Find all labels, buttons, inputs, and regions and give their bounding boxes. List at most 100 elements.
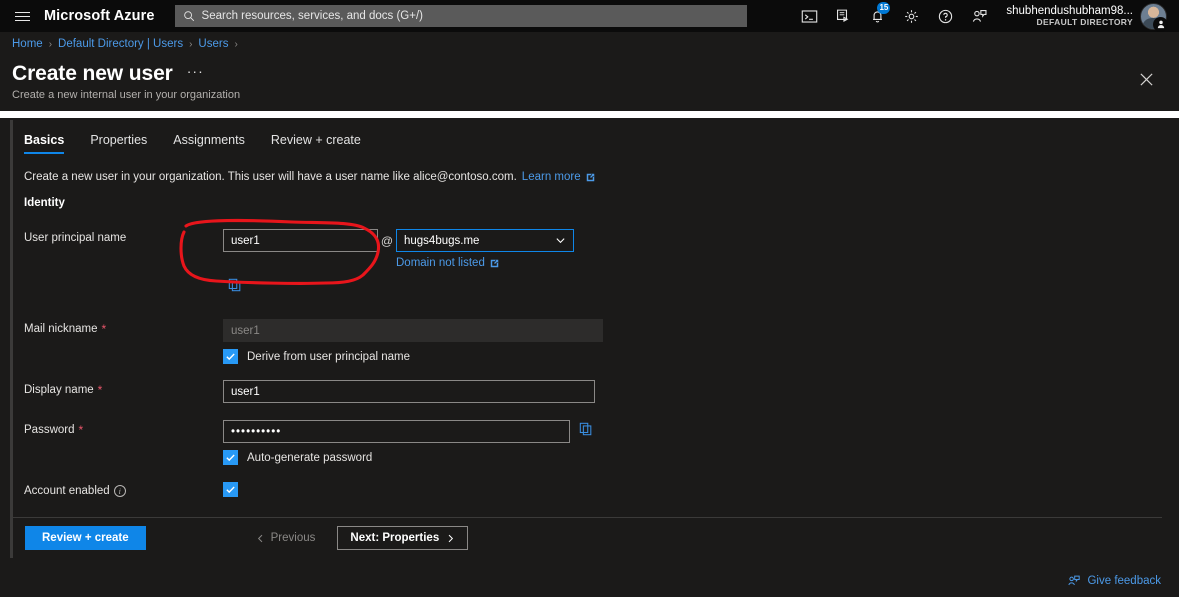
breadcrumb-separator: › <box>48 38 53 50</box>
auto-generate-password-label: Auto-generate password <box>247 451 373 464</box>
at-symbol: @ <box>380 233 394 248</box>
section-heading-identity: Identity <box>24 197 65 209</box>
external-link-icon <box>490 259 499 267</box>
domain-not-listed-link[interactable]: Domain not listed <box>396 257 1162 269</box>
label-password: Password * <box>24 420 223 437</box>
account-enabled-checkbox[interactable] <box>223 482 238 497</box>
derive-from-upn-row: Derive from user principal name <box>223 349 1162 364</box>
tab-review-create[interactable]: Review + create <box>271 133 361 154</box>
info-icon[interactable]: i <box>113 485 126 497</box>
azure-brand-logo[interactable]: Microsoft Azure <box>44 8 175 24</box>
give-feedback-label: Give feedback <box>1087 575 1161 587</box>
basics-form: User principal name @ hugs4bugs.me <box>24 229 1162 506</box>
account-directory: DEFAULT DIRECTORY <box>1036 16 1133 27</box>
create-user-blade: Basics Properties Assignments Review + c… <box>10 120 1162 558</box>
auto-generate-password-checkbox[interactable] <box>223 450 238 465</box>
field-row-user-principal-name: User principal name @ hugs4bugs.me <box>24 229 1162 297</box>
auto-generate-password-row: Auto-generate password <box>223 450 1162 465</box>
page-title: Create new user <box>12 62 173 85</box>
label-text: Password <box>24 424 75 436</box>
previous-label: Previous <box>270 532 316 544</box>
feedback-icon[interactable] <box>962 0 996 32</box>
next-label: Next: Properties <box>350 532 440 544</box>
avatar[interactable] <box>1140 2 1168 32</box>
hamburger-menu-icon[interactable] <box>0 0 44 32</box>
checkmark-icon <box>226 486 235 494</box>
domain-dropdown-value: hugs4bugs.me <box>404 234 480 247</box>
search-placeholder-text: Search resources, services, and docs (G+… <box>201 10 423 22</box>
header-divider <box>0 111 1179 118</box>
field-row-mail-nickname: Mail nickname * Derive from user princip… <box>24 319 1162 364</box>
label-mail-nickname: Mail nickname * <box>24 319 223 336</box>
blade-tabs: Basics Properties Assignments Review + c… <box>24 120 1162 154</box>
more-options-button[interactable]: ··· <box>185 63 206 79</box>
required-marker: * <box>101 322 107 336</box>
close-icon[interactable] <box>1135 68 1157 90</box>
label-text: Mail nickname <box>24 323 98 335</box>
page-title-row: Create new user ··· <box>12 62 1179 86</box>
tab-basics[interactable]: Basics <box>24 133 65 154</box>
blade-description: Create a new user in your organization. … <box>24 171 1162 183</box>
password-input[interactable] <box>223 420 570 443</box>
label-display-name: Display name * <box>24 380 223 397</box>
copy-icon[interactable] <box>228 278 242 297</box>
cloud-shell-icon[interactable] <box>792 0 826 32</box>
search-icon <box>183 11 194 22</box>
checkmark-icon <box>226 454 235 462</box>
give-feedback-link[interactable]: Give feedback <box>1067 574 1161 588</box>
derive-from-upn-checkbox[interactable] <box>223 349 238 364</box>
label-account-enabled: Account enabled i <box>24 482 223 497</box>
label-text: Account enabled <box>24 485 110 497</box>
breadcrumb-item-default-directory-users[interactable]: Default Directory | Users <box>58 38 183 50</box>
domain-not-listed-text: Domain not listed <box>396 257 485 269</box>
user-principal-name-input[interactable] <box>223 229 378 252</box>
chevron-right-icon <box>448 534 454 542</box>
directories-subscriptions-icon[interactable] <box>826 0 860 32</box>
top-nav-actions: 15 shubhendushubham98... DEFAULT DIRECTO… <box>792 0 1179 32</box>
breadcrumb-separator: › <box>234 38 238 50</box>
label-text: Display name <box>24 384 94 396</box>
review-create-button[interactable]: Review + create <box>25 526 146 550</box>
learn-more-link[interactable]: Learn more <box>522 171 581 183</box>
breadcrumb-item-home[interactable]: Home <box>12 38 43 50</box>
external-link-icon <box>586 173 594 181</box>
required-marker: * <box>97 383 103 397</box>
breadcrumb: Home › Default Directory | Users › Users… <box>0 32 1179 56</box>
top-navigation-bar: Microsoft Azure Search resources, servic… <box>0 0 1179 32</box>
domain-dropdown[interactable]: hugs4bugs.me <box>396 229 574 252</box>
account-menu[interactable]: shubhendushubham98... DEFAULT DIRECTORY <box>996 2 1173 32</box>
notification-count-badge: 15 <box>877 2 891 14</box>
avatar-status-badge <box>1153 16 1168 32</box>
required-marker: * <box>78 423 84 437</box>
wizard-navigation: Previous Next: Properties <box>242 526 469 550</box>
field-row-password: Password * •••••••••• Auto-generate pass… <box>24 420 1162 465</box>
chevron-down-icon <box>556 238 565 244</box>
help-question-icon[interactable] <box>928 0 962 32</box>
feedback-icon <box>1068 575 1081 586</box>
account-name: shubhendushubham98... <box>1006 4 1133 17</box>
blade-footer: Review + create Previous Next: Propertie… <box>13 517 1162 558</box>
chevron-left-icon <box>257 534 262 542</box>
tab-assignments[interactable]: Assignments <box>173 133 245 154</box>
copy-icon[interactable] <box>579 422 593 441</box>
page-header: Create new user ··· Create a new interna… <box>0 56 1179 111</box>
field-row-account-enabled: Account enabled i <box>24 482 1162 506</box>
previous-button: Previous <box>242 526 330 550</box>
blade-description-text: Create a new user in your organization. … <box>24 171 517 183</box>
field-row-display-name: Display name * <box>24 380 1162 404</box>
breadcrumb-separator: › <box>189 38 193 50</box>
page-subtitle: Create a new internal user in your organ… <box>12 89 241 101</box>
mail-nickname-input <box>223 319 603 342</box>
label-text: User principal name <box>24 232 127 244</box>
display-name-input[interactable] <box>223 380 595 403</box>
account-info: shubhendushubham98... DEFAULT DIRECTORY <box>1006 5 1133 28</box>
label-user-principal-name: User principal name <box>24 229 223 244</box>
breadcrumb-item-users[interactable]: Users <box>198 38 228 50</box>
tab-properties[interactable]: Properties <box>90 133 147 154</box>
derive-from-upn-label: Derive from user principal name <box>247 350 410 363</box>
checkmark-icon <box>226 353 235 361</box>
next-properties-button[interactable]: Next: Properties <box>337 526 469 550</box>
notifications-bell-icon[interactable]: 15 <box>860 0 894 32</box>
settings-gear-icon[interactable] <box>894 0 928 32</box>
global-search-input[interactable]: Search resources, services, and docs (G+… <box>174 5 747 27</box>
